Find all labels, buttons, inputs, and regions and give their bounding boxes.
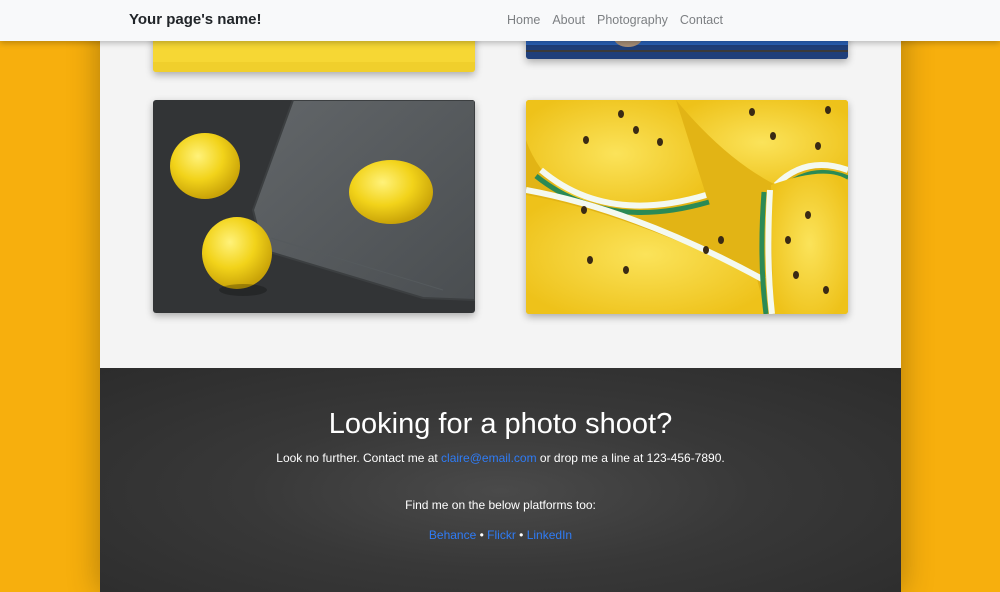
separator: •	[476, 528, 488, 542]
separator: •	[515, 528, 527, 542]
nav-link-photography[interactable]: Photography	[597, 13, 668, 27]
contact-suffix: or drop me a line at 123-456-7890.	[536, 451, 725, 465]
linkedin-link[interactable]: LinkedIn	[527, 528, 572, 542]
nav-link-home[interactable]: Home	[507, 13, 540, 27]
platforms-text: Find me on the below platforms too:	[405, 498, 596, 512]
navbar: Your page's name! Home About Photography…	[0, 0, 1000, 41]
email-link[interactable]: claire@email.com	[441, 451, 537, 465]
photo-card-lemons[interactable]	[153, 100, 475, 313]
contact-footer: Looking for a photo shoot? Look no furth…	[100, 368, 901, 592]
photo-card-watermelon[interactable]	[526, 100, 848, 314]
photo-watermelon-image	[526, 100, 848, 314]
footer-heading: Looking for a photo shoot?	[328, 408, 673, 440]
contact-line: Look no further. Contact me at claire@em…	[100, 451, 901, 465]
behance-link[interactable]: Behance	[429, 528, 476, 542]
nav-link-about[interactable]: About	[552, 13, 585, 27]
photo-lemons-image	[153, 100, 475, 313]
contact-prefix: Look no further. Contact me at	[276, 451, 442, 465]
nav-links: Home About Photography Contact	[507, 13, 723, 27]
brand-link[interactable]: Your page's name!	[129, 11, 262, 28]
photo-gallery	[100, 0, 901, 368]
page-container: Looking for a photo shoot? Look no furth…	[100, 0, 901, 592]
nav-link-contact[interactable]: Contact	[680, 13, 723, 27]
flickr-link[interactable]: Flickr	[487, 528, 516, 542]
social-links: Behance • Flickr • LinkedIn	[100, 528, 901, 542]
